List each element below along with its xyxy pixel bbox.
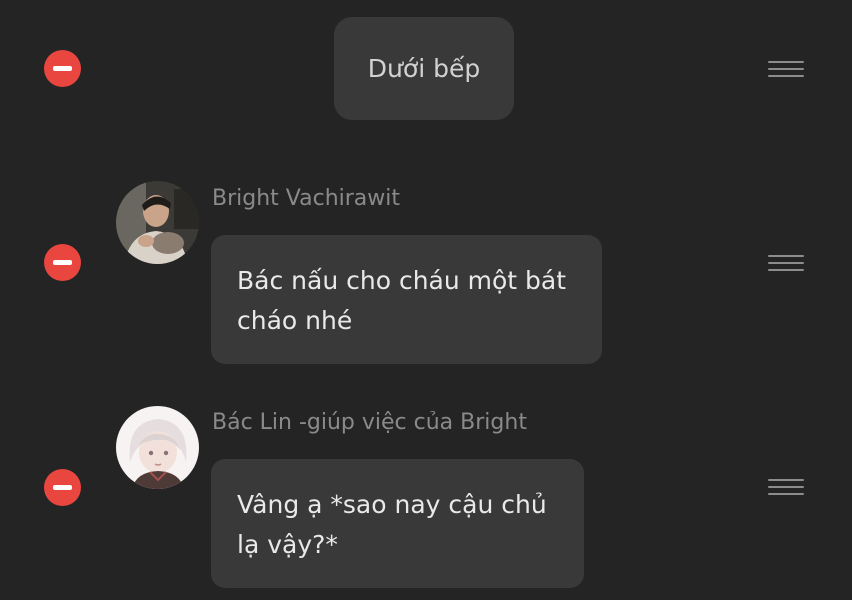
message-bubble[interactable]: Bác nấu cho cháu một bát cháo nhé — [211, 235, 602, 364]
sender-name: Bác Lin -giúp việc của Bright — [212, 410, 527, 435]
message-line: lạ vậy?* — [237, 530, 338, 559]
remove-scene-button[interactable] — [44, 50, 81, 87]
drag-handle-icon[interactable] — [766, 476, 806, 500]
message-line: cháo nhé — [237, 306, 353, 335]
message-line: Vâng ạ *sao nay cậu chủ — [237, 490, 547, 519]
remove-message-button[interactable] — [44, 469, 81, 506]
remove-message-button[interactable] — [44, 244, 81, 281]
sender-name: Bright Vachirawit — [212, 186, 401, 211]
minus-icon — [53, 485, 72, 490]
chat-story-editor: Dưới bếp Bright Vachirawit Bác nấu cho c… — [0, 0, 852, 600]
avatar-illustration-white-haired-girl — [116, 406, 199, 489]
drag-handle-icon[interactable] — [766, 252, 806, 276]
drag-handle-icon[interactable] — [766, 58, 806, 82]
avatar-photo-young-man — [116, 181, 199, 264]
message-bubble[interactable]: Vâng ạ *sao nay cậu chủ lạ vậy?* — [211, 459, 584, 588]
message-line: Bác nấu cho cháu một bát — [237, 266, 567, 295]
avatar[interactable] — [116, 406, 199, 489]
minus-icon — [53, 260, 72, 265]
scene-title[interactable]: Dưới bếp — [334, 17, 514, 120]
minus-icon — [53, 66, 72, 71]
avatar[interactable] — [116, 181, 199, 264]
